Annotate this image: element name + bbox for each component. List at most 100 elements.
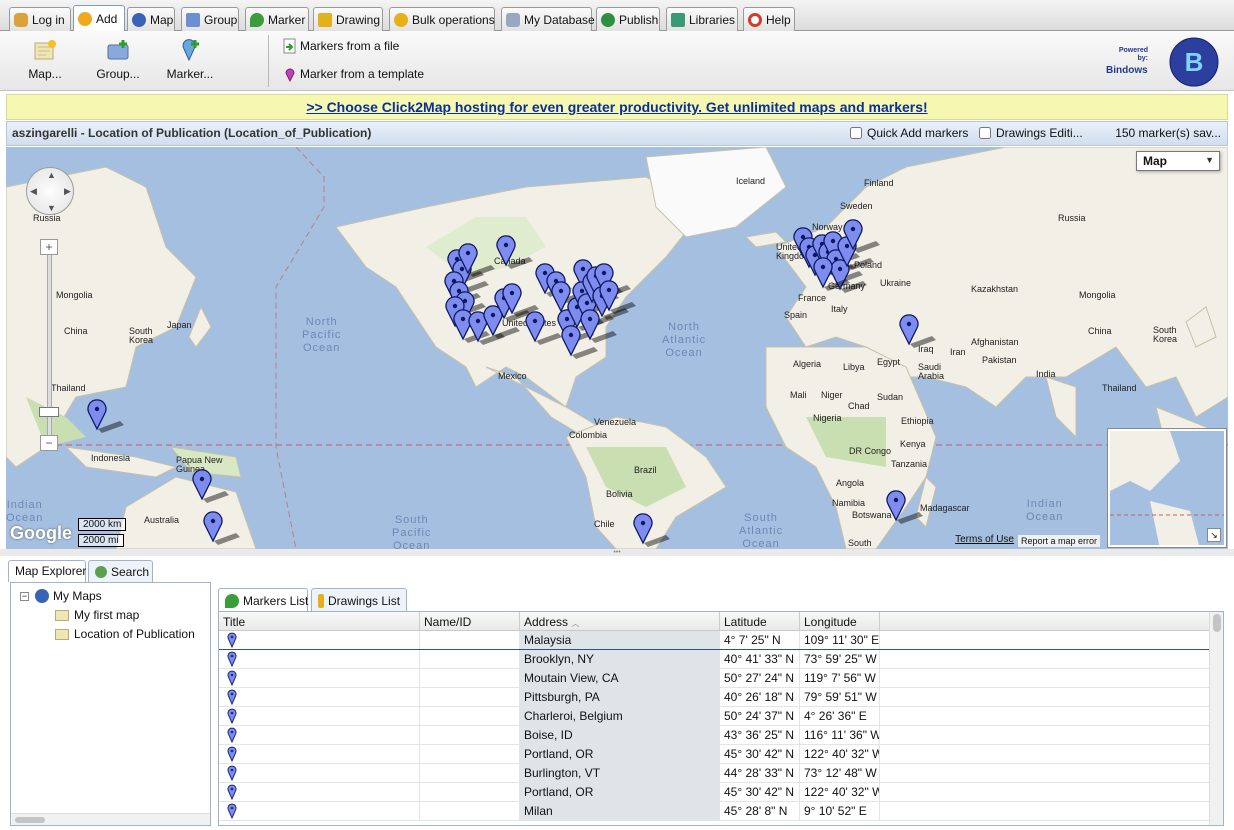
tree-node-my-first-map[interactable]: My first map [55, 608, 139, 622]
tab-publish[interactable]: Publish [596, 7, 660, 31]
cell-lat: 45° 28' 8" N [720, 802, 800, 820]
tab-log-in[interactable]: Log in [9, 7, 71, 31]
column-address[interactable]: Address ︿ [520, 612, 720, 631]
globe-icon [35, 589, 49, 603]
vertical-scrollbar[interactable] [1209, 612, 1223, 825]
svg-text:B: B [1185, 47, 1204, 77]
horizontal-scrollbar[interactable] [11, 813, 210, 825]
zoom-slider-thumb[interactable] [39, 407, 59, 417]
map-marker[interactable] [192, 469, 229, 503]
table-row[interactable]: Boise, ID 43° 36' 25" N 116° 11' 36" W [219, 726, 1209, 745]
tab-map[interactable]: Map [127, 7, 175, 31]
collapse-overview-icon[interactable]: ↘ [1207, 528, 1221, 542]
pan-control[interactable]: ▲ ▼ ◀ ▶ [26, 167, 74, 215]
table-row[interactable]: Milan 45° 28' 8" N 9° 10' 52" E [219, 802, 1209, 821]
marker-from-template-button[interactable]: Marker from a template [283, 62, 424, 86]
cell-name-id [420, 783, 520, 801]
cell-lat: 50° 24' 37" N [720, 707, 800, 725]
add-map-button[interactable]: Map... [10, 37, 80, 87]
zoom-slider-track[interactable] [47, 247, 52, 447]
tab-add[interactable]: Add [73, 5, 125, 32]
sort-ascending-icon: ︿ [571, 619, 580, 628]
tab-help[interactable]: Help [743, 7, 795, 31]
saved-count: 150 marker(s) sav... [1115, 126, 1221, 140]
pan-left-icon[interactable]: ◀ [30, 186, 37, 197]
tab-search[interactable]: Search [88, 560, 153, 582]
new-map-icon [34, 40, 56, 60]
map-marker[interactable] [886, 490, 923, 524]
tab-my-database[interactable]: My Database [501, 7, 595, 31]
cell-lng: 73° 12' 48" W [800, 764, 880, 782]
table-row[interactable]: Portland, OR 45° 30' 42" N 122° 40' 32" W [219, 745, 1209, 764]
toolbar-separator [268, 35, 269, 87]
map-marker[interactable] [203, 511, 240, 545]
cell-name-id [420, 669, 520, 687]
tab-marker[interactable]: Marker [245, 7, 309, 31]
markers-icon [225, 593, 239, 608]
tab-markers-list[interactable]: Markers List [218, 588, 308, 612]
add-marker-button[interactable]: Marker... [155, 37, 225, 87]
overview-map[interactable]: ↘ [1107, 428, 1227, 548]
map-marker[interactable] [87, 399, 124, 433]
tab-drawing[interactable]: Drawing [313, 7, 383, 31]
main-tab-bar: Log in Add Map Group Marker Drawing Bulk… [0, 0, 1234, 32]
import-file-icon [283, 38, 296, 54]
cell-title [219, 783, 420, 801]
table-row[interactable]: Moutain View, CA 50° 27' 24" N 119° 7' 56"… [219, 669, 1209, 688]
cell-lat: 45° 30' 42" N [720, 783, 800, 801]
table-row[interactable]: Burlington, VT 44° 28' 33" N 73° 12' 48" W [219, 764, 1209, 783]
column-name-id[interactable]: Name/ID [420, 612, 520, 631]
map-type-select[interactable]: Map ▼ [1136, 151, 1220, 171]
markers-from-file-button[interactable]: Markers from a file [283, 34, 399, 58]
pan-right-icon[interactable]: ▶ [64, 186, 71, 197]
scrollbar-thumb[interactable] [15, 817, 45, 823]
collapse-toggle-icon[interactable]: − [20, 591, 29, 601]
tab-map-explorer[interactable]: Map Explorer [8, 560, 86, 582]
tab-group[interactable]: Group [181, 7, 239, 31]
pan-down-icon[interactable]: ▼ [47, 203, 56, 213]
table-row[interactable]: Portland, OR 45° 30' 42" N 122° 40' 32" W [219, 783, 1209, 802]
folder-icon [186, 12, 200, 27]
table-row[interactable]: Brooklyn, NY 40° 41' 33" N 73° 59' 25" W [219, 650, 1209, 669]
cell-lng: 122° 40' 32" W [800, 783, 880, 801]
cell-address: Milan [520, 802, 720, 820]
horizontal-splitter[interactable]: ••• [0, 549, 1234, 556]
report-map-error-link[interactable]: Report a map error [1017, 535, 1100, 547]
add-group-button[interactable]: Group... [83, 37, 153, 87]
map-canvas[interactable]: Russia Mongolia China South Korea Japan … [6, 147, 1228, 549]
tab-libraries[interactable]: Libraries [666, 7, 738, 31]
marker-pin-icon [227, 727, 237, 743]
scrollbar-thumb[interactable] [1213, 614, 1221, 632]
table-row[interactable]: Charleroi, Belgium 50° 24' 37" N 4° 26' 36… [219, 707, 1209, 726]
column-title[interactable]: Title [219, 612, 420, 631]
tree-node-location-of-publication[interactable]: Location of Publication [55, 627, 195, 641]
drawings-edit-checkbox[interactable]: Drawings Editi... [979, 126, 1083, 140]
cell-title [219, 650, 420, 668]
table-row[interactable]: Pittsburgh, PA 40° 26' 18" N 79° 59' 51" W [219, 688, 1209, 707]
cell-lng: 9° 10' 52" E [800, 802, 880, 820]
quick-add-checkbox[interactable]: Quick Add markers [850, 126, 968, 140]
cell-title [219, 669, 420, 687]
zoom-in-button[interactable]: + [40, 239, 58, 255]
map-title: aszingarelli - Location of Publication (… [12, 126, 372, 140]
cell-address: Burlington, VT [520, 764, 720, 782]
quick-add-check[interactable] [850, 127, 862, 139]
pan-up-icon[interactable]: ▲ [47, 170, 56, 180]
drawings-edit-check[interactable] [979, 127, 991, 139]
map-marker[interactable] [496, 235, 533, 269]
tab-drawings-list[interactable]: Drawings List [311, 588, 407, 612]
sun-add-icon [78, 12, 92, 26]
terms-of-use-link[interactable]: Terms of Use [955, 534, 1014, 545]
zoom-out-button[interactable]: − [40, 435, 58, 451]
map-marker[interactable] [899, 314, 936, 348]
tab-bulk-operations[interactable]: Bulk operations [389, 7, 495, 31]
map-marker[interactable] [633, 513, 670, 547]
map-marker[interactable] [525, 311, 562, 345]
table-row[interactable]: Malaysia 4° 7' 25" N 109° 11' 30" E [219, 631, 1209, 650]
column-longitude[interactable]: Longitude [800, 612, 880, 631]
tree-node-my-maps[interactable]: − My Maps [20, 589, 102, 603]
marker-pin-icon [227, 784, 237, 800]
promo-link[interactable]: >> Choose Click2Map hosting for even gre… [306, 99, 927, 115]
column-latitude[interactable]: Latitude [720, 612, 800, 631]
marker-pin-icon [227, 765, 237, 781]
